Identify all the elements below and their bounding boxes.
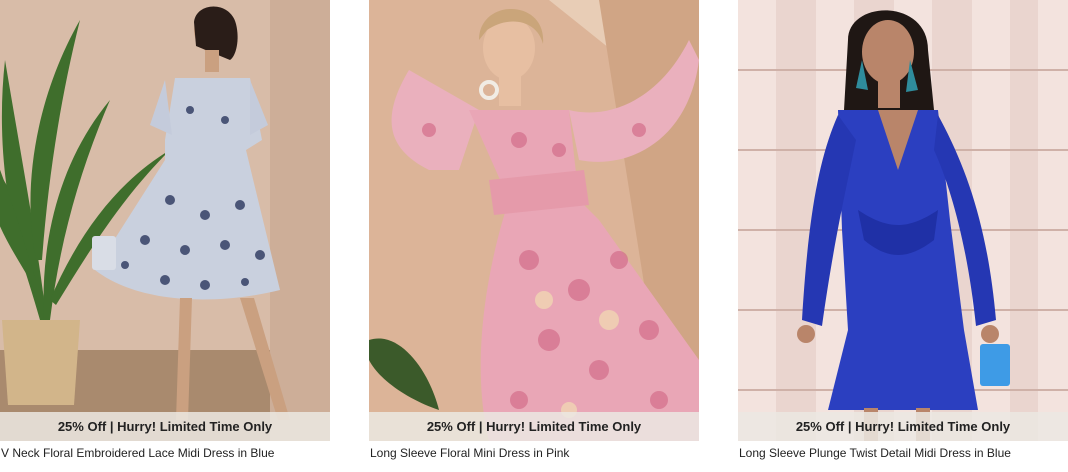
product-card-1[interactable]: 25% Off | Hurry! Limited Time Only V Nec… xyxy=(0,0,330,472)
promo-banner[interactable]: 25% Off | Hurry! Limited Time Only xyxy=(369,412,699,441)
product-card-2[interactable]: 25% Off | Hurry! Limited Time Only Long … xyxy=(369,0,699,472)
product-card-3[interactable]: 25% Off | Hurry! Limited Time Only Long … xyxy=(738,0,1068,472)
product-photo-3-illustration xyxy=(738,0,1068,441)
product-name-link[interactable]: V Neck Floral Embroidered Lace Midi Dres… xyxy=(1,446,331,460)
product-image-3[interactable]: 25% Off | Hurry! Limited Time Only xyxy=(738,0,1068,441)
product-photo-2-illustration xyxy=(369,0,699,441)
product-name-link[interactable]: Long Sleeve Floral Mini Dress in Pink xyxy=(370,446,700,460)
promo-banner[interactable]: 25% Off | Hurry! Limited Time Only xyxy=(0,412,330,441)
promo-banner[interactable]: 25% Off | Hurry! Limited Time Only xyxy=(738,412,1068,441)
product-photo-1-illustration xyxy=(0,0,330,441)
product-name-link[interactable]: Long Sleeve Plunge Twist Detail Midi Dre… xyxy=(739,446,1068,460)
product-image-1[interactable]: 25% Off | Hurry! Limited Time Only xyxy=(0,0,330,441)
product-image-2[interactable]: 25% Off | Hurry! Limited Time Only xyxy=(369,0,699,441)
